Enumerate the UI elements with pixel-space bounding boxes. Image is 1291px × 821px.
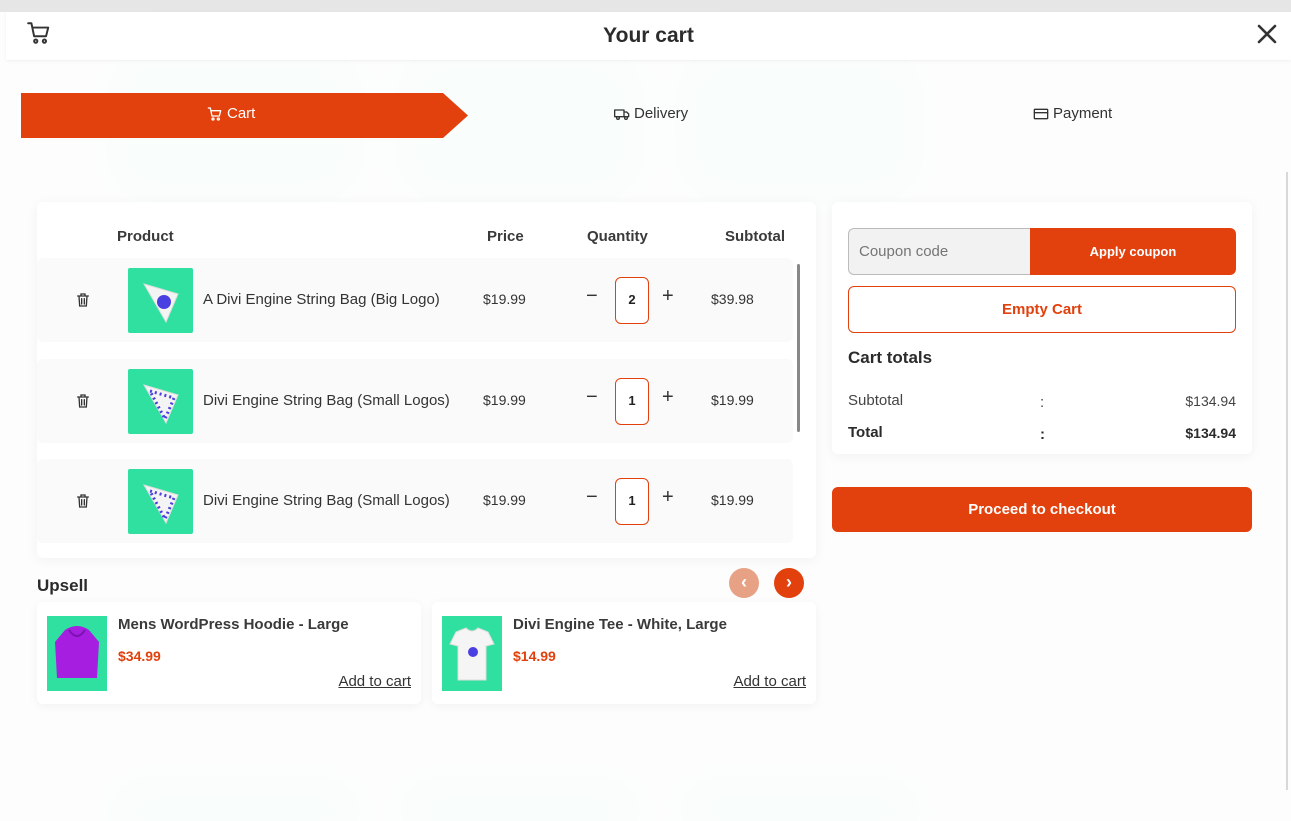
trash-icon[interactable] — [75, 493, 91, 509]
upsell-thumbnail[interactable] — [442, 616, 502, 691]
add-to-cart-link[interactable]: Add to cart — [338, 673, 411, 690]
trash-icon[interactable] — [75, 292, 91, 308]
quantity-increase-button[interactable]: + — [662, 286, 674, 306]
column-header-price: Price — [487, 228, 524, 245]
column-header-subtotal: Subtotal — [725, 228, 785, 245]
tab-delivery[interactable]: Delivery — [614, 105, 688, 122]
row-subtotal: $19.99 — [711, 392, 754, 408]
subtotal-value: $134.94 — [1185, 393, 1236, 409]
tab-payment-label: Payment — [1053, 105, 1113, 122]
total-value: $134.94 — [1185, 425, 1236, 441]
add-to-cart-link[interactable]: Add to cart — [733, 673, 806, 690]
product-thumbnail[interactable] — [128, 369, 193, 434]
tab-delivery-label: Delivery — [634, 105, 689, 122]
card-icon — [1033, 108, 1049, 119]
quantity-decrease-button[interactable]: − — [586, 487, 598, 507]
quantity-input[interactable]: 2 — [615, 277, 649, 324]
upsell-next-button[interactable]: › — [774, 568, 804, 598]
upsell-prev-button[interactable]: ‹ — [729, 568, 759, 598]
cart-rows: A Divi Engine String Bag (Big Logo) $19.… — [37, 258, 797, 548]
truck-icon — [614, 108, 630, 120]
cart-icon — [207, 106, 222, 121]
proceed-to-checkout-button[interactable]: Proceed to checkout — [832, 487, 1252, 532]
modal-title: Your cart — [603, 24, 694, 47]
subtotal-label: Subtotal — [848, 392, 904, 409]
total-separator: : — [1040, 426, 1045, 443]
product-price: $19.99 — [483, 492, 526, 508]
bag-image — [142, 384, 179, 425]
bag-image — [142, 484, 179, 525]
modal-scrollbar[interactable] — [1286, 172, 1288, 790]
tab-cart[interactable]: Cart — [207, 105, 255, 122]
upsell-price: $14.99 — [513, 648, 556, 664]
empty-cart-button[interactable]: Empty Cart — [848, 286, 1236, 333]
upsell-item: Divi Engine Tee - White, Large $14.99 Ad… — [432, 602, 816, 704]
modal-header: Your cart — [6, 12, 1291, 60]
hoodie-image — [55, 626, 99, 678]
apply-coupon-button[interactable]: Apply coupon — [1030, 228, 1236, 275]
cart-table: Product Price Quantity Subtotal A Divi E… — [37, 202, 816, 558]
quantity-input[interactable]: 1 — [615, 378, 649, 425]
cart-summary: Apply coupon Empty Cart Cart totals Subt… — [832, 202, 1252, 454]
upsell-item: Mens WordPress Hoodie - Large $34.99 Add… — [37, 602, 421, 704]
tab-cart-label: Cart — [227, 105, 256, 122]
product-name[interactable]: Divi Engine String Bag (Small Logos) — [203, 392, 450, 409]
quantity-decrease-button[interactable]: − — [586, 387, 598, 407]
product-price: $19.99 — [483, 291, 526, 307]
product-name[interactable]: Divi Engine String Bag (Small Logos) — [203, 492, 450, 509]
subtotal-separator: : — [1040, 394, 1045, 411]
upsell-name[interactable]: Divi Engine Tee - White, Large — [513, 616, 727, 633]
close-icon[interactable] — [1255, 22, 1279, 46]
quantity-input[interactable]: 1 — [615, 478, 649, 525]
upsell-name[interactable]: Mens WordPress Hoodie - Large — [118, 616, 349, 633]
column-header-product: Product — [117, 228, 174, 245]
upsell-thumbnail[interactable] — [47, 616, 107, 691]
upsell-price: $34.99 — [118, 648, 161, 664]
tee-image — [449, 627, 495, 681]
table-row: Divi Engine String Bag (Small Logos) $19… — [37, 459, 793, 543]
column-header-quantity: Quantity — [587, 228, 648, 245]
total-label: Total — [848, 424, 883, 441]
quantity-decrease-button[interactable]: − — [586, 286, 598, 306]
row-subtotal: $19.99 — [711, 492, 754, 508]
checkout-steps: Cart Delivery Payment — [21, 93, 1283, 138]
row-subtotal: $39.98 — [711, 291, 754, 307]
product-price: $19.99 — [483, 392, 526, 408]
product-thumbnail[interactable] — [128, 469, 193, 534]
table-row: A Divi Engine String Bag (Big Logo) $19.… — [37, 258, 793, 342]
product-name[interactable]: A Divi Engine String Bag (Big Logo) — [203, 291, 440, 308]
bag-image — [142, 283, 179, 324]
table-row: Divi Engine String Bag (Small Logos) $19… — [37, 359, 793, 443]
cart-modal: Your cart Cart Delivery Payment Product — [0, 12, 1291, 821]
upsell-title: Upsell — [37, 576, 89, 595]
product-thumbnail[interactable] — [128, 268, 193, 333]
cart-totals-title: Cart totals — [848, 348, 933, 367]
tab-payment[interactable]: Payment — [1033, 105, 1112, 122]
quantity-increase-button[interactable]: + — [662, 387, 674, 407]
cart-scrollbar[interactable] — [797, 264, 800, 432]
quantity-increase-button[interactable]: + — [662, 487, 674, 507]
coupon-input[interactable] — [848, 228, 1032, 275]
trash-icon[interactable] — [75, 393, 91, 409]
